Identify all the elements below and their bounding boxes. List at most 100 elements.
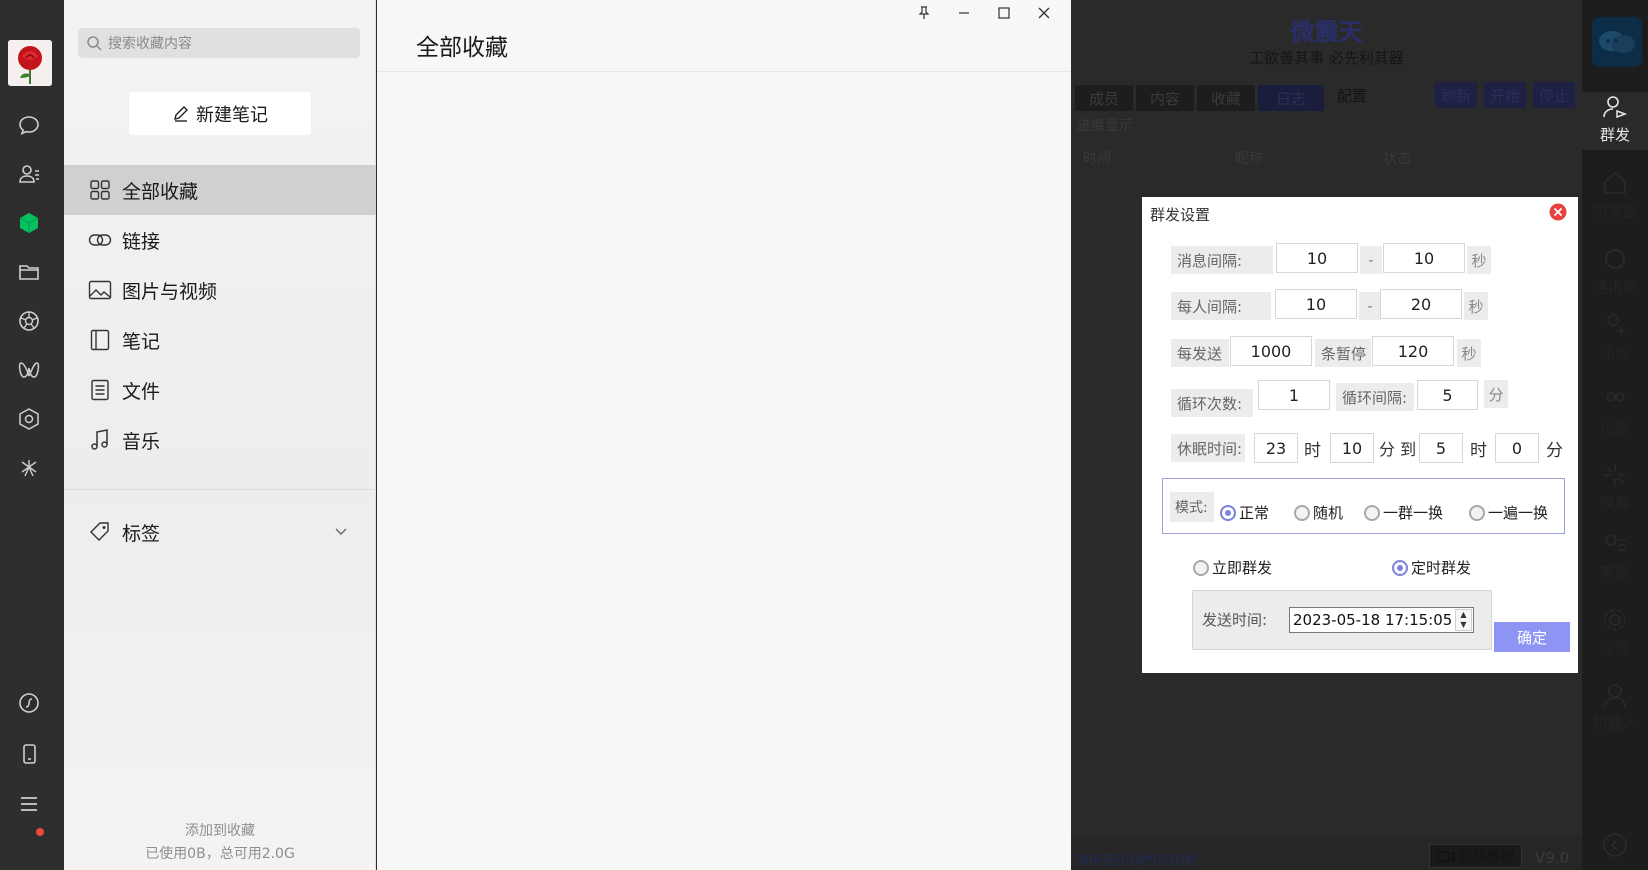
avatar[interactable] [8,40,52,86]
send-now-label: 立即群发 [1212,559,1273,577]
bg-side-pull-group[interactable]: 拉群 [1582,386,1648,444]
home-icon [1600,168,1630,198]
sleep-from-minute-field[interactable]: 10 [1330,433,1374,463]
chat-icon[interactable] [15,111,43,139]
bg-side-label: 群发 [1599,126,1630,144]
mode-radio-normal[interactable]: 正常 [1220,502,1269,523]
sleep-to-minute-field[interactable]: 0 [1495,433,1539,463]
file-icon [88,378,112,402]
notification-dot [36,828,44,836]
send-now-radio[interactable]: 立即群发 [1193,557,1272,578]
spinner-arrows-icon[interactable]: ▲ ▼ [1455,609,1472,631]
unit-to: 分 到 [1379,440,1417,459]
menu-icon[interactable] [15,790,43,818]
nav-item-tags[interactable]: 标签 [64,507,376,557]
bg-side-moments[interactable]: 朋友圈 [1582,168,1648,226]
nav-item-media[interactable]: 图片与视频 [64,265,376,315]
group-icon [1600,386,1630,416]
unit-seconds: 秒 [1457,339,1481,367]
msg-interval-min-field[interactable]: 10 [1276,243,1358,273]
bg-stop-button[interactable]: 停止 [1533,82,1575,108]
user-send-icon [1600,92,1630,122]
search-star-icon[interactable] [15,454,43,482]
maximize-icon[interactable] [993,2,1015,24]
dialog-close-icon[interactable] [1549,203,1567,221]
radio-icon [1469,504,1485,521]
nav-item-files[interactable]: 文件 [64,365,376,415]
bg-tab-members[interactable]: 成员 [1075,85,1133,111]
bg-side-mass-send[interactable]: 群发 [1582,92,1648,150]
unit-minutes: 分 [1546,441,1563,461]
favorites-nav: 搜索收藏内容 新建笔记 全部收藏 链接 图片与视频 笔记 文件 音乐 标签 添加… [64,0,376,870]
confirm-button[interactable]: 确定 [1494,622,1570,652]
per-send-field[interactable]: 1000 [1230,336,1312,366]
unit-minutes: 分 [1484,380,1508,408]
send-time-picker[interactable]: 2023-05-18 17:15:05 ▲ ▼ [1289,607,1474,633]
sleep-time-label: 休眠时间: [1171,434,1245,462]
loop-interval-label: 循环间隔: [1336,383,1414,411]
mode-radio-one-round-switch[interactable]: 一遍一换 [1469,502,1548,523]
favorites-cube-icon[interactable] [15,209,43,237]
mini-games-icon[interactable] [15,689,43,717]
search-icon [86,35,102,51]
nav-item-label: 链接 [122,230,161,253]
mode-radio-random[interactable]: 随机 [1294,502,1343,523]
bg-side-switch-group[interactable]: 换群 [1582,460,1648,518]
pause-field[interactable]: 120 [1372,336,1454,366]
video-icon [1436,849,1455,863]
nav-item-label: 全部收藏 [122,180,199,203]
radio-icon [1294,504,1310,521]
person-interval-max-field[interactable]: 20 [1380,289,1462,319]
mode-radio-one-group-switch[interactable]: 一群一换 [1364,502,1443,523]
nav-item-label: 音乐 [122,430,161,453]
bg-tab-log[interactable]: 日志 [1258,85,1324,111]
bg-tab-content[interactable]: 内容 [1136,85,1194,111]
robot-icon [1600,680,1630,710]
pin-icon[interactable] [913,2,935,24]
chevron-down-icon[interactable] [334,524,348,538]
folder-icon[interactable] [15,258,43,286]
pen-icon [172,105,196,123]
bg-tab-favorites[interactable]: 收藏 [1197,85,1255,111]
new-note-button[interactable]: 新建笔记 [129,92,311,135]
nav-item-all[interactable]: 全部收藏 [64,165,376,215]
phone-icon[interactable] [15,740,43,768]
bg-app-logo [1592,17,1642,67]
collapse-icon[interactable] [1602,832,1628,858]
bg-side-add[interactable]: 添加 [1582,310,1648,368]
nav-item-label: 标签 [122,522,161,545]
msg-interval-max-field[interactable]: 10 [1383,243,1465,273]
search-input[interactable]: 搜索收藏内容 [78,28,360,58]
sync-icon [1600,244,1630,274]
music-icon [88,428,112,452]
bg-side-robot[interactable]: 机器人 [1582,680,1648,738]
bg-tab-config[interactable]: 配置 [1327,82,1377,108]
loop-interval-field[interactable]: 5 [1417,380,1478,410]
mini-program-icon[interactable] [15,405,43,433]
moments-icon[interactable] [15,307,43,335]
bg-refresh-button[interactable]: 刷新 [1435,82,1477,108]
bg-side-label: 朋友圈 [1592,202,1638,220]
nav-item-links[interactable]: 链接 [64,215,376,265]
sleep-from-hour-field[interactable]: 23 [1254,433,1298,463]
bg-start-button[interactable]: 开始 [1484,82,1526,108]
channels-icon[interactable] [15,356,43,384]
bg-side-contacts[interactable]: 通讯录 [1582,244,1648,302]
person-interval-min-field[interactable]: 10 [1275,289,1357,319]
sleep-to-hour-field[interactable]: 5 [1419,433,1463,463]
loop-count-field[interactable]: 1 [1258,380,1330,410]
close-icon[interactable] [1033,2,1055,24]
mode-label: 模式: [1170,492,1214,522]
bg-tutorial-button[interactable]: 视频教程 [1429,844,1522,868]
nav-item-notes[interactable]: 笔记 [64,315,376,365]
pause-label: 条暂停 [1315,339,1371,367]
bg-version: V9.0 [1535,849,1570,867]
bg-side-settings[interactable]: 设置 [1582,605,1648,663]
add-to-favorites-text: 添加到收藏 [185,823,255,839]
bg-side-service[interactable]: 客服 [1582,530,1648,588]
contacts-icon[interactable] [15,160,43,188]
nav-item-music[interactable]: 音乐 [64,415,376,465]
mode-option-label: 随机 [1313,504,1344,522]
minimize-icon[interactable] [953,2,975,24]
send-timed-radio[interactable]: 定时群发 [1392,557,1471,578]
